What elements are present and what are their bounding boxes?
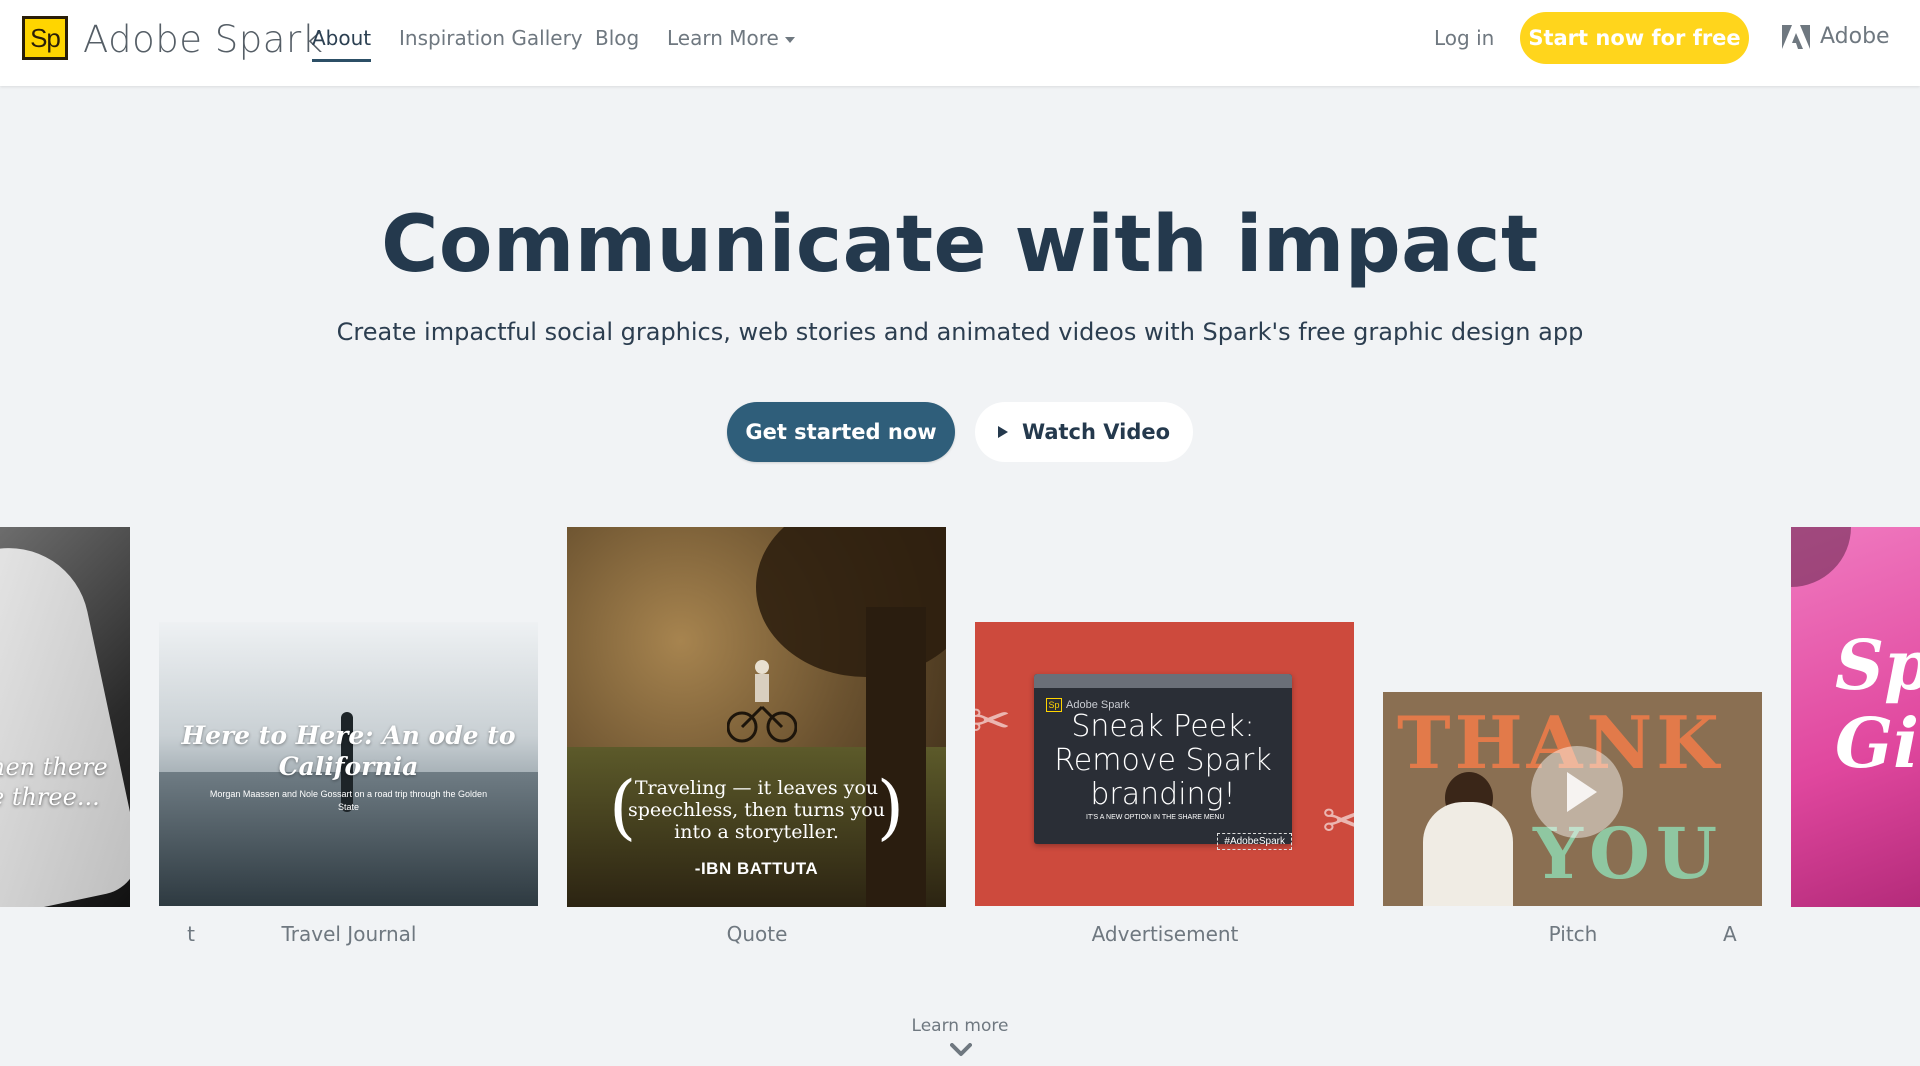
watch-video-button[interactable]: Watch Video <box>975 402 1193 462</box>
watch-video-label: Watch Video <box>1021 420 1171 444</box>
example-card-advertisement[interactable]: ✂ ✂ Sp Adobe Spark Sneak Peek: Remove Spa… <box>975 622 1354 906</box>
hand-overlay-text: hen there e three... <box>0 752 108 812</box>
adobe-logo-icon <box>1782 24 1810 49</box>
nav-blog[interactable]: Blog <box>595 26 639 50</box>
gift-text-line: Sp <box>1835 626 1920 706</box>
hero-title: Communicate with impact <box>381 200 1539 290</box>
card-label-pitch: Pitch <box>1548 922 1598 946</box>
adobe-label: Adobe <box>1820 24 1890 49</box>
login-link[interactable]: Log in <box>1434 26 1494 50</box>
example-card-travel-journal[interactable]: Here to Here: An ode to California Morga… <box>159 622 538 906</box>
travel-card-title: Here to Here: An ode to California <box>181 721 516 781</box>
hand-image <box>0 533 130 907</box>
gift-card-text: Sp Gi <box>1835 627 1920 783</box>
card-label-travel-journal: Travel Journal <box>281 922 417 946</box>
example-card-hand[interactable]: hen there e three... <box>0 527 130 907</box>
nav-learn-more-label: Learn More <box>667 26 779 50</box>
scissors-icon: ✂ <box>1322 793 1354 849</box>
example-card-gift[interactable]: Sp Gi <box>1791 527 1920 907</box>
card-label-quote: Quote <box>726 922 788 946</box>
nav-inspiration-gallery[interactable]: Inspiration Gallery <box>399 26 583 50</box>
ad-window-mockup: Sp Adobe Spark Sneak Peek: Remove Spark b… <box>1034 674 1292 850</box>
hand-overlay-line: e three... <box>0 783 100 811</box>
spark-logo-icon[interactable]: Sp <box>22 16 68 60</box>
child-image <box>1423 802 1513 906</box>
top-nav-bar: Sp Adobe Spark About Inspiration Gallery… <box>0 0 1920 86</box>
caret-down-icon <box>784 36 795 43</box>
leaf-shadow <box>1791 527 1851 587</box>
window-titlebar <box>1034 674 1292 688</box>
ad-hashtag: #AdobeSpark <box>1217 833 1292 850</box>
card-label-advertisement: Advertisement <box>1091 922 1239 946</box>
get-started-button[interactable]: Get started now <box>727 402 955 462</box>
scissors-icon: ✂ <box>975 693 1011 749</box>
adobe-link[interactable]: Adobe <box>1782 24 1890 49</box>
quote-author: -IBN BATTUTA <box>694 859 819 878</box>
hand-overlay-line: hen there <box>0 753 108 781</box>
cyclist-image <box>727 660 797 743</box>
play-icon <box>997 426 1008 438</box>
ad-headline: Sneak Peek: Remove Spark branding! <box>1054 709 1272 812</box>
video-play-icon[interactable] <box>1531 746 1623 838</box>
card-label-partial: A <box>1723 922 1737 946</box>
ad-note: IT'S A NEW OPTION IN THE SHARE MENU <box>1086 814 1225 821</box>
gift-text-line: Gi <box>1835 704 1919 784</box>
example-card-quote[interactable]: ( ) Traveling — it leaves you speechless… <box>567 527 946 907</box>
brand-name[interactable]: Adobe Spark <box>83 18 324 61</box>
quote-text: Traveling — it leaves you speechless, th… <box>628 777 885 843</box>
travel-card-subtitle: Morgan Maassen and Nole Gossart on a roa… <box>209 789 488 812</box>
chevron-down-icon[interactable] <box>950 1043 972 1057</box>
start-free-button[interactable]: Start now for free <box>1520 12 1749 64</box>
hero-subtitle: Create impactful social graphics, web st… <box>336 318 1584 346</box>
nav-learn-more[interactable]: Learn More <box>667 26 795 50</box>
learn-more-link[interactable]: Learn more <box>0 1016 1920 1036</box>
example-card-pitch[interactable]: THANK YOU <box>1383 692 1762 906</box>
nav-about[interactable]: About <box>312 26 372 62</box>
